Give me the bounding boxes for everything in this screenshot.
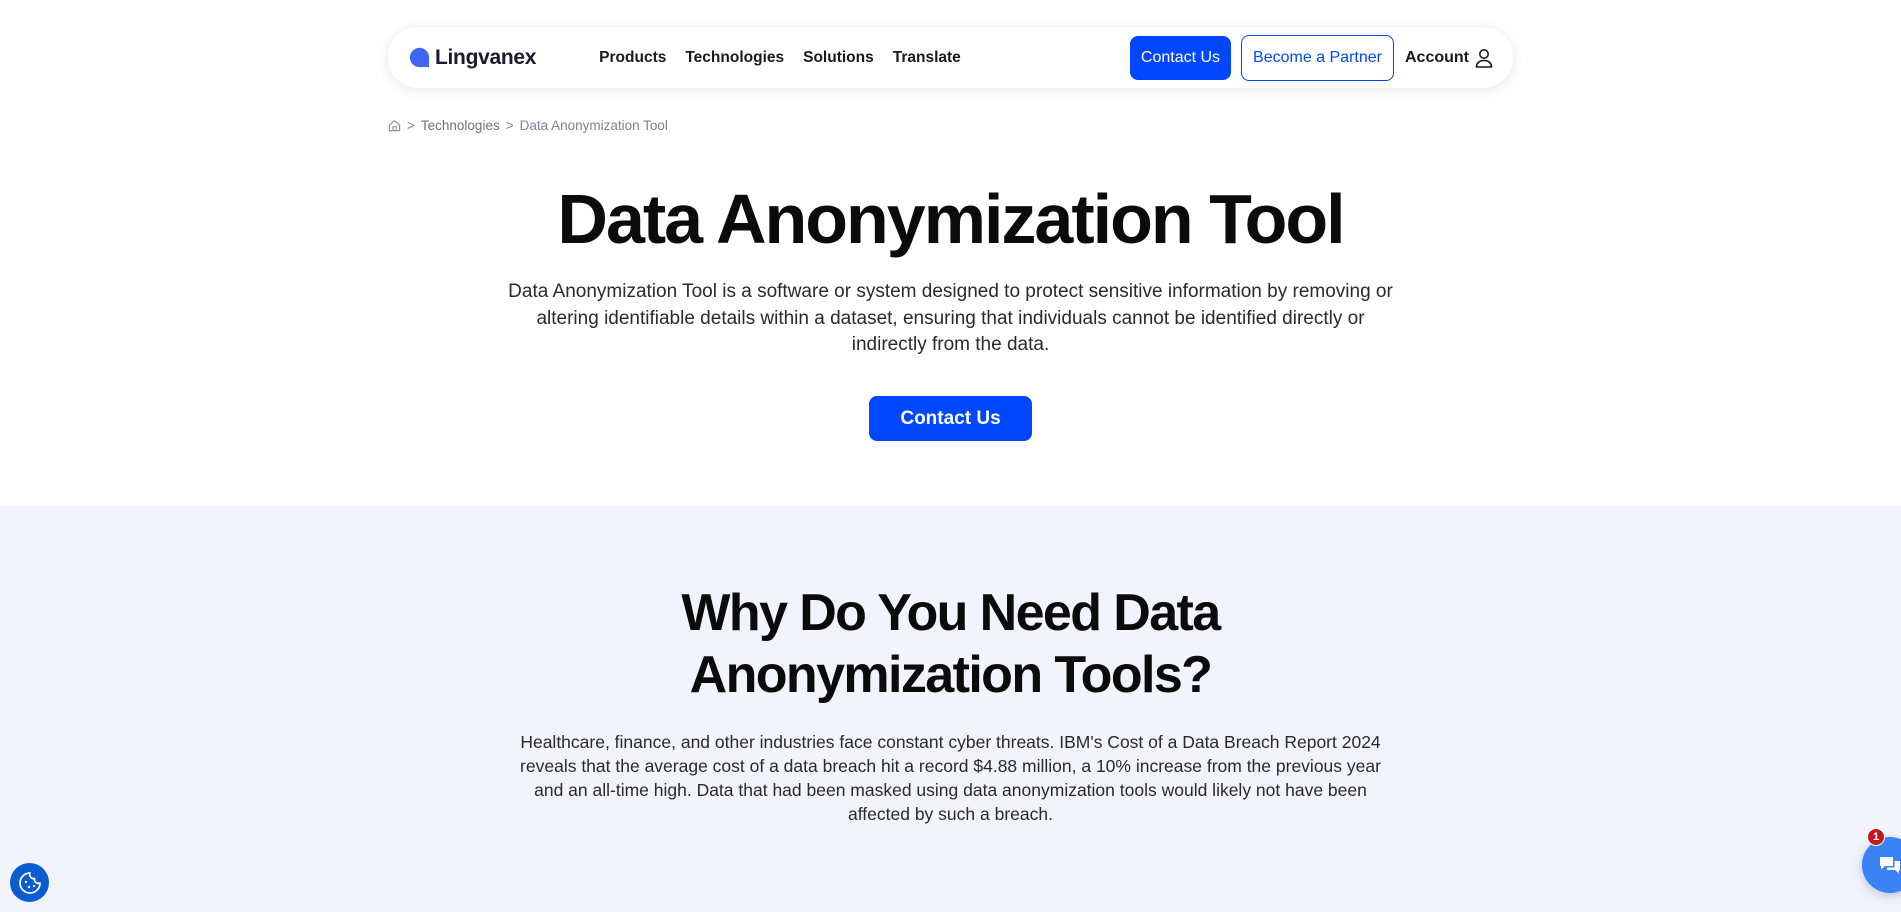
logo[interactable]: Lingvanex <box>408 46 536 70</box>
page-title: Data Anonymization Tool <box>557 180 1345 258</box>
logo-text: Lingvanex <box>435 45 537 69</box>
hero-description: Data Anonymization Tool is a software or… <box>508 281 1393 355</box>
header-actions: Contact Us Become a Partner Account <box>1129 34 1493 81</box>
chat-notification-badge: 1 <box>1867 828 1885 846</box>
why-section-text: Healthcare, finance, and other industrie… <box>520 732 1381 824</box>
main-nav: Products Technologies Solutions Translat… <box>599 49 961 67</box>
nav-item-solutions[interactable]: Solutions <box>803 49 874 67</box>
site-header: Lingvanex Products Technologies Solution… <box>388 27 1513 88</box>
nav-item-translate[interactable]: Translate <box>893 49 961 67</box>
why-section: Why Do You Need Data Anonymization Tools… <box>0 506 1901 912</box>
breadcrumb: > Technologies > Data Anonymization Tool <box>388 118 668 133</box>
hero-contact-button[interactable]: Contact Us <box>869 396 1032 441</box>
account-link[interactable]: Account <box>1405 48 1493 68</box>
lingvanex-logo-icon <box>409 47 430 68</box>
become-partner-button[interactable]: Become a Partner <box>1241 34 1394 81</box>
nav-item-products[interactable]: Products <box>599 49 666 67</box>
why-section-title: Why Do You Need Data Anonymization Tools… <box>0 582 1901 706</box>
user-icon <box>1475 48 1493 68</box>
breadcrumb-item-current: Data Anonymization Tool <box>519 118 668 133</box>
why-section-title-line2: Anonymization Tools? <box>689 646 1213 704</box>
cookie-settings-icon <box>18 871 41 894</box>
cookie-settings-button[interactable] <box>10 863 49 902</box>
why-section-title-line1: Why Do You Need Data <box>681 584 1221 642</box>
home-icon[interactable] <box>388 119 401 132</box>
chat-icon <box>1880 857 1900 874</box>
header-contact-button[interactable]: Contact Us <box>1129 35 1232 80</box>
breadcrumb-separator: > <box>407 118 415 133</box>
breadcrumb-separator: > <box>505 118 514 133</box>
nav-item-technologies[interactable]: Technologies <box>685 49 784 67</box>
breadcrumb-item-technologies[interactable]: Technologies <box>421 118 500 133</box>
account-label: Account <box>1405 48 1469 66</box>
